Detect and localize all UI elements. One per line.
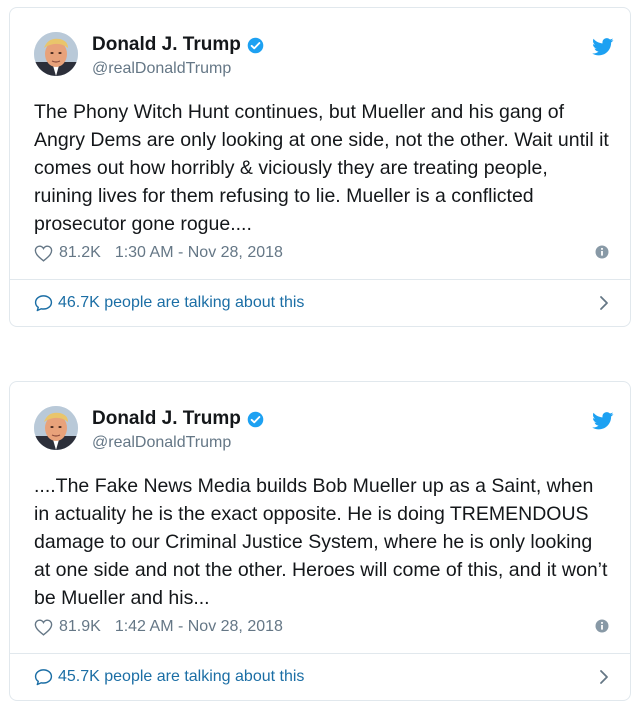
info-icon[interactable] (595, 245, 609, 259)
timestamp[interactable]: 1:30 AM - Nov 28, 2018 (115, 244, 283, 262)
heart-icon[interactable] (34, 618, 53, 636)
divider (10, 653, 630, 654)
divider (10, 279, 630, 280)
verified-badge-icon (247, 411, 264, 427)
timestamp[interactable]: 1:42 AM - Nov 28, 2018 (115, 618, 283, 636)
reply-bubble-icon (34, 669, 53, 686)
avatar[interactable] (34, 406, 78, 450)
chevron-right-icon[interactable] (599, 295, 609, 311)
conversation-link[interactable]: 46.7K people are talking about this (34, 291, 609, 315)
tweet-text: ....The Fake News Media builds Bob Muell… (34, 475, 613, 609)
author-name[interactable]: Donald J. Trump (92, 408, 241, 430)
twitter-bird-icon[interactable] (592, 412, 614, 430)
verified-badge-icon (247, 37, 264, 53)
talking-count: 46.7K people are talking about this (58, 294, 305, 311)
like-count[interactable]: 81.2K (59, 244, 101, 262)
chevron-right-icon[interactable] (599, 669, 609, 685)
tweet-meta: 81.9K 1:42 AM - Nov 28, 2018 (34, 616, 609, 638)
tweet-card[interactable]: Donald J. Trump @realDonaldTrump The Pho… (9, 7, 631, 327)
conversation-link[interactable]: 45.7K people are talking about this (34, 665, 609, 689)
twitter-bird-icon[interactable] (592, 38, 614, 56)
info-icon[interactable] (595, 619, 609, 633)
tweet-card[interactable]: Donald J. Trump @realDonaldTrump ....The… (9, 381, 631, 701)
tweet-header: Donald J. Trump @realDonaldTrump (34, 406, 614, 456)
like-count[interactable]: 81.9K (59, 618, 101, 636)
author-handle[interactable]: @realDonaldTrump (92, 60, 264, 78)
tweet-text: The Phony Witch Hunt continues, but Muel… (34, 101, 615, 235)
tweet-header: Donald J. Trump @realDonaldTrump (34, 32, 614, 82)
tweet-meta: 81.2K 1:30 AM - Nov 28, 2018 (34, 242, 609, 264)
author-name[interactable]: Donald J. Trump (92, 34, 241, 56)
avatar[interactable] (34, 32, 78, 76)
talking-count: 45.7K people are talking about this (58, 668, 305, 685)
reply-bubble-icon (34, 295, 53, 312)
author-handle[interactable]: @realDonaldTrump (92, 434, 264, 452)
heart-icon[interactable] (34, 244, 53, 262)
